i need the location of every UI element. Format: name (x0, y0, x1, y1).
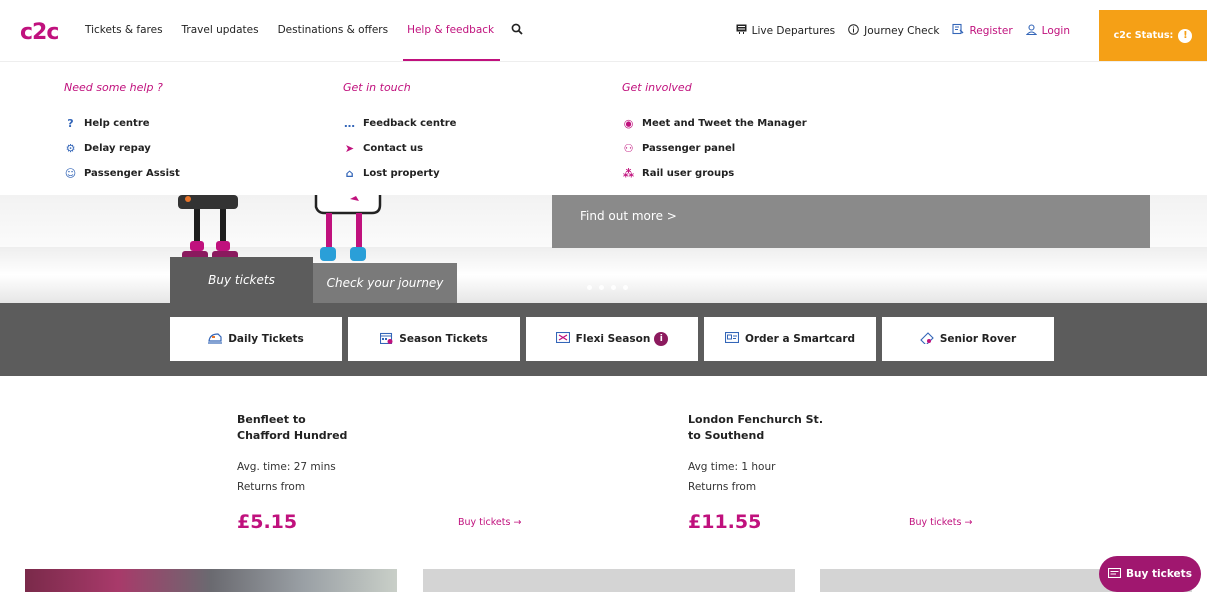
promo-panel: Find out more > (552, 195, 1150, 248)
journey-buy-tickets-link[interactable]: Buy tickets → (909, 517, 972, 528)
c2c-logo[interactable]: c2c (20, 20, 59, 45)
alert-icon: ! (1178, 28, 1193, 43)
journey-check-label: Journey Check (864, 24, 940, 37)
nav-travel-updates[interactable]: Travel updates (182, 0, 259, 61)
help-feedback-menu: Need some help ? ? Help centre ⚙ Delay rep… (0, 61, 1207, 195)
nav-tickets-fares[interactable]: Tickets & fares (85, 0, 163, 61)
page: c2c Tickets & fares Travel updates Desti… (0, 0, 1207, 592)
user-icon: ☺ (64, 167, 77, 180)
carousel-dot[interactable] (599, 285, 604, 290)
menu-link-contact-us[interactable]: ➤ Contact us (343, 136, 456, 161)
menu-column-title: Get in touch (343, 81, 411, 94)
article-card-image[interactable] (423, 569, 795, 592)
live-departures-label: Live Departures (751, 24, 836, 37)
chat-bubble-icon: … (344, 117, 355, 130)
journey-title: London Fenchurch St. (688, 413, 823, 426)
floating-buy-tickets-label: Buy tickets (1126, 568, 1192, 580)
menu-link-lost-property[interactable]: ⌂ Lost property (343, 161, 456, 186)
question-circle-icon: ? (67, 117, 74, 130)
floating-buy-tickets-button[interactable]: Buy tickets (1099, 556, 1201, 592)
calendar-icon (380, 332, 393, 347)
journey-buy-tickets-link[interactable]: Buy tickets → (458, 517, 521, 528)
carousel-dot[interactable] (587, 285, 592, 290)
order-smartcard-button[interactable]: Order a Smartcard (704, 317, 876, 361)
ticket-icon (920, 331, 934, 347)
journey-card: Benfleet to Chafford Hundred Avg. time: … (237, 412, 537, 533)
nav-help-feedback[interactable]: Help & feedback (403, 0, 501, 61)
smartcard-icon (724, 331, 739, 346)
menu-link-passenger-panel[interactable]: ⚇ Passenger panel (622, 136, 807, 161)
menu-link-delay-repay[interactable]: ⚙ Delay repay (64, 136, 180, 161)
journey-check-link[interactable]: Journey Check (848, 23, 940, 38)
journey-avg-time: Avg. time: 27 mins (237, 461, 336, 473)
megaphone-icon: ◉ (623, 117, 634, 130)
journey-returns-from: Returns from (237, 481, 306, 493)
journey-title: to Southend (688, 429, 765, 442)
season-tickets-label: Season Tickets (399, 333, 488, 345)
departures-board-icon (736, 24, 747, 37)
nav-destinations-offers[interactable]: Destinations & offers (278, 0, 389, 61)
main-nav: Tickets & fares Travel updates Destinati… (85, 0, 523, 61)
train-icon (208, 332, 223, 347)
menu-link-feedback-centre[interactable]: … Feedback centre (343, 111, 456, 136)
season-tickets-button[interactable]: Season Tickets (348, 317, 520, 361)
live-departures-link[interactable]: Live Departures (736, 24, 836, 37)
journey-price: £11.55 (688, 511, 762, 533)
menu-link-meet-tweet[interactable]: ◉ Meet and Tweet the Manager (622, 111, 807, 136)
journey-returns-from: Returns from (688, 481, 757, 493)
find-out-more-link[interactable]: Find out more > (580, 209, 677, 223)
send-icon: ➤ (344, 142, 355, 155)
menu-column-title: Need some help ? (64, 81, 163, 94)
menu-link-help-centre[interactable]: ? Help centre (64, 111, 180, 136)
ticket-type-bar: Daily Tickets Season Tickets Flexi Seaso… (0, 303, 1207, 376)
register-label: Register (969, 24, 1013, 37)
status-label: c2c Status: (1113, 30, 1174, 41)
journey-avg-time: Avg time: 1 hour (688, 461, 776, 473)
login-label: Login (1041, 24, 1070, 37)
train-icon: ⚙ (65, 142, 76, 155)
flexi-season-label: Flexi Season (575, 333, 651, 345)
menu-column-help: Need some help ? ? Help centre ⚙ Delay rep… (64, 81, 180, 186)
character-illustration-left (178, 195, 238, 265)
login-link[interactable]: Login (1025, 23, 1070, 38)
bag-icon: ⌂ (345, 167, 354, 180)
carousel-dots (587, 285, 635, 290)
carousel-dot[interactable] (623, 285, 628, 290)
site-header: c2c Tickets & fares Travel updates Desti… (0, 0, 1207, 61)
utility-nav: Live Departures Journey Check Register L… (723, 0, 1070, 61)
menu-column-involved: Get involved ◉ Meet and Tweet the Manager… (622, 81, 807, 186)
character-illustration-right (314, 195, 382, 261)
daily-tickets-label: Daily Tickets (228, 333, 304, 345)
journey-title: Benfleet to (237, 413, 306, 426)
menu-column-contact: Get in touch … Feedback centre ➤ Contact u… (343, 81, 456, 186)
c2c-status-button[interactable]: c2c Status: ! (1099, 10, 1207, 61)
search-icon[interactable] (511, 23, 523, 39)
menu-link-passenger-assist[interactable]: ☺ Passenger Assist (64, 161, 180, 186)
flexi-season-button[interactable]: Flexi Season i (526, 317, 698, 361)
order-smartcard-label: Order a Smartcard (744, 333, 856, 345)
ticket-icon (1107, 567, 1122, 581)
flexi-card-icon (555, 331, 570, 346)
daily-tickets-button[interactable]: Daily Tickets (170, 317, 342, 361)
register-link[interactable]: Register (952, 23, 1013, 38)
journey-title: Chafford Hundred (237, 429, 348, 442)
carousel-dot[interactable] (611, 285, 616, 290)
journey-card: London Fenchurch St. to Southend Avg tim… (688, 412, 988, 533)
info-icon[interactable]: i (654, 332, 669, 346)
register-icon (952, 23, 964, 38)
people-icon: ⚇ (623, 142, 634, 155)
tab-check-journey[interactable]: Check your journey (313, 263, 457, 303)
senior-rover-button[interactable]: Senior Rover (882, 317, 1054, 361)
info-circle-icon (848, 23, 859, 38)
menu-link-rail-user-groups[interactable]: ⁂ Rail user groups (622, 161, 807, 186)
group-icon: ⁂ (622, 167, 635, 180)
tab-buy-tickets[interactable]: Buy tickets (170, 257, 313, 303)
senior-rover-label: Senior Rover (939, 333, 1017, 345)
user-icon (1025, 23, 1037, 38)
article-card-image[interactable] (25, 569, 397, 592)
journey-price: £5.15 (237, 511, 298, 533)
menu-column-title: Get involved (622, 81, 692, 94)
